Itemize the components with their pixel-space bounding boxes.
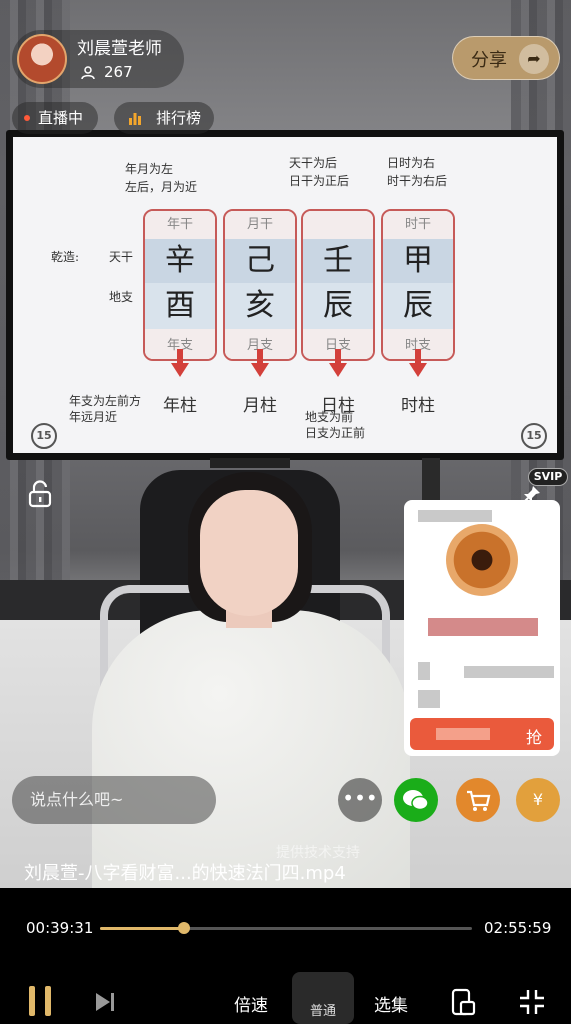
annotation: 天干为后 [289,156,338,170]
avatar[interactable] [17,34,67,84]
pillar-top-label [303,211,373,239]
total-time: 02:55:59 [484,919,552,937]
viewer-count: 267 [104,63,133,81]
wechat-icon [403,790,429,811]
next-icon[interactable] [94,991,118,1013]
down-arrow-icon [251,363,269,377]
host-name: 刘晨萱老师 [77,39,162,59]
wechat-share-button[interactable] [394,778,438,822]
annotation: 年支为左前方 [69,394,142,408]
progress-knob[interactable] [177,922,190,934]
share-arrow-icon: ➦ [519,44,549,74]
quality-button[interactable]: 普通 [292,972,354,1024]
replay-15-left-icon[interactable]: 15 [31,423,57,449]
down-arrow-icon [171,363,189,377]
bar-chart-icon [129,113,141,125]
share-button[interactable]: 分享 ➦ [452,36,560,80]
pillar-name: 日柱 [321,396,355,416]
buy-button[interactable]: 抢 [410,718,554,750]
rank-chip[interactable]: 排行榜 [114,102,214,134]
pillar-branch: 辰 [303,283,373,329]
live-dot-icon [24,115,30,121]
unlock-icon[interactable] [27,480,53,508]
pillar-name: 时柱 [401,396,435,416]
picture-in-picture-icon[interactable] [450,988,476,1016]
blurred-text [418,662,430,680]
annotation: 日时为右 [387,156,436,170]
cart-icon [467,790,491,811]
progress-bar[interactable] [100,922,472,934]
blurred-text [436,728,490,740]
blurred-text [464,666,554,678]
pillar-branch: 辰 [383,283,453,329]
pause-icon[interactable] [26,984,56,1018]
down-arrow-icon [409,363,427,377]
quality-label: 普通 [309,1004,336,1019]
pillar-top-label: 年干 [145,211,215,239]
coin-button[interactable]: ¥ [516,778,560,822]
annotation: 日支为正前 [305,426,366,440]
share-label: 分享 [471,50,507,71]
person-icon [81,66,95,80]
live-status-chip[interactable]: 直播中 [12,102,98,134]
pillar-name: 年柱 [163,396,197,416]
more-button[interactable]: ••• [338,778,382,822]
progress-fill [100,927,184,930]
blurred-text [418,690,440,708]
pillar-stem: 甲 [383,239,453,283]
replay-15-right-icon[interactable]: 15 [521,423,547,449]
annotation: 日干为正后 [289,174,350,188]
annotation: 地支 [109,290,134,304]
shop-cart-button[interactable] [456,778,500,822]
rank-label: 排行榜 [156,109,202,127]
pillar-day: 壬 辰 日支 [301,209,375,361]
pillar-hour: 时干 甲 辰 时支 [381,209,455,361]
pillar-year: 年干 辛 酉 年支 [143,209,217,361]
annotation: 年远月近 [69,410,118,424]
blurred-text [418,510,492,522]
fullscreen-exit-icon[interactable] [518,988,546,1016]
pillar-month: 月干 己 亥 月支 [223,209,297,361]
annotation: 天干 [109,250,134,264]
pillar-stem: 辛 [145,239,215,283]
pillar-name: 月柱 [243,396,277,416]
speed-button[interactable]: 倍速 [234,991,268,1016]
current-time: 00:39:31 [26,919,94,937]
buy-label: 抢 [525,728,542,747]
pillar-branch: 亥 [225,283,295,329]
tv-monitor: 年月为左 左后，月为近 天干为后 日干为正后 日时为右 时干为右后 乾造: 天干… [6,130,564,460]
presenter-torso [92,610,410,888]
product-card[interactable]: 抢 [404,500,560,756]
video-title: 刘晨萱-八字看财富...的快速法门四.mp4 [24,863,346,884]
pillar-stem: 壬 [303,239,373,283]
annotation: 乾造: [51,250,80,264]
pillar-branch: 酉 [145,283,215,329]
comment-input[interactable]: 说点什么吧~ [12,776,216,824]
pillar-stem: 己 [225,239,295,283]
pillar-top-label: 时干 [383,211,453,239]
episodes-button[interactable]: 选集 [374,991,408,1016]
blurred-text [428,618,538,636]
annotation: 时干为右后 [387,174,448,188]
slide-screen: 年月为左 左后，月为近 天干为后 日干为正后 日时为右 时干为右后 乾造: 天干… [13,137,557,453]
annotation: 年月为左 [125,162,174,176]
monitor-stand [210,458,290,468]
presenter-face [200,490,298,616]
down-arrow-icon [329,363,347,377]
pillar-top-label: 月干 [225,211,295,239]
live-label: 直播中 [38,109,84,127]
annotation: 左后，月为近 [125,180,198,194]
product-image [446,524,518,596]
